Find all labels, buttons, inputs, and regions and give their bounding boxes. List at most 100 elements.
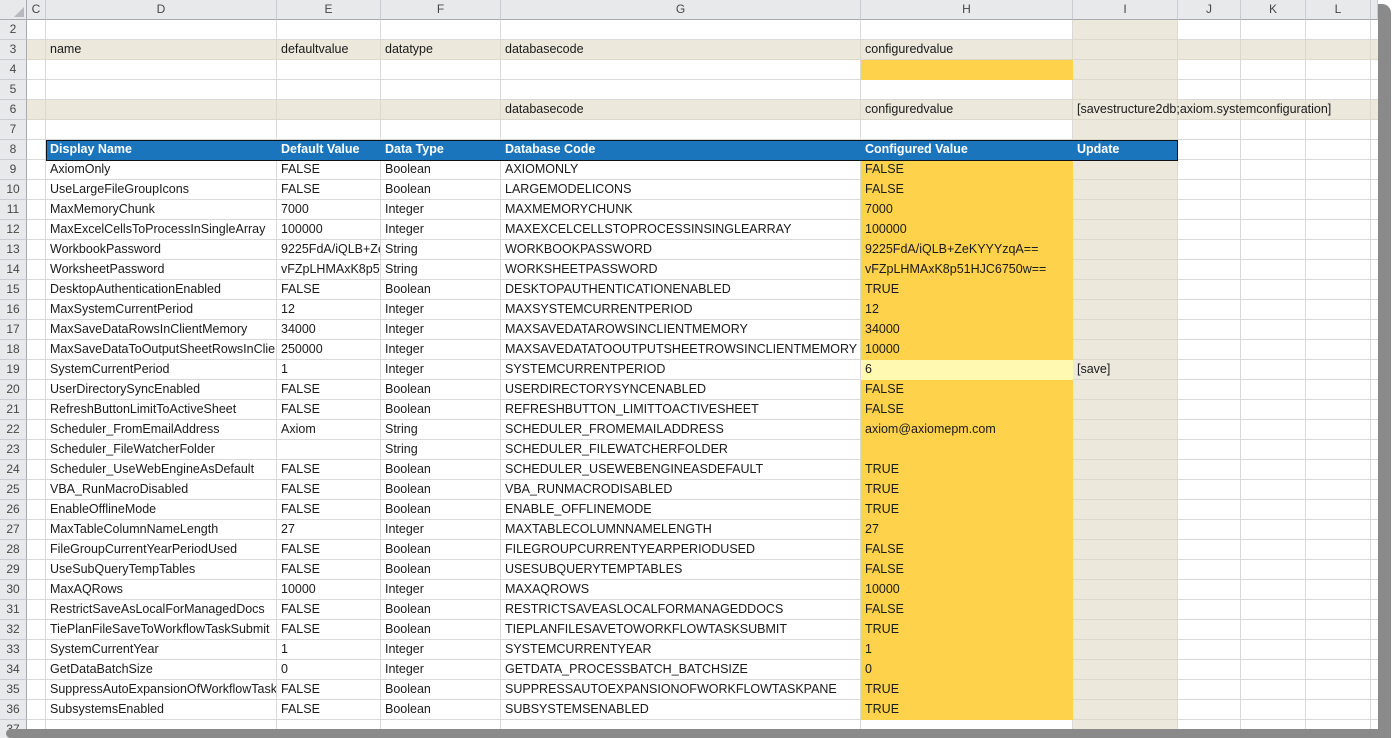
cell-H21[interactable]: FALSE xyxy=(861,400,1073,420)
cell-F13[interactable]: String xyxy=(381,240,501,260)
cell-H24[interactable]: TRUE xyxy=(861,460,1073,480)
cell-D4[interactable] xyxy=(46,60,277,80)
cell-D30[interactable]: MaxAQRows xyxy=(46,580,277,600)
cell-I5[interactable] xyxy=(1073,80,1178,100)
cell-I16[interactable] xyxy=(1073,300,1178,320)
cell-F34[interactable]: Integer xyxy=(381,660,501,680)
cell-C10[interactable] xyxy=(27,180,46,200)
row-header-10[interactable]: 10 xyxy=(0,180,27,200)
row-header-3[interactable]: 3 xyxy=(0,40,27,60)
row-header-23[interactable]: 23 xyxy=(0,440,27,460)
cell-I7[interactable] xyxy=(1073,120,1178,140)
cell-L3[interactable] xyxy=(1306,40,1371,60)
column-header-C[interactable]: C xyxy=(27,0,46,20)
cell-L16[interactable] xyxy=(1306,300,1371,320)
cell-G32[interactable]: TIEPLANFILESAVETOWORKFLOWTASKSUBMIT xyxy=(501,620,861,640)
cell-K9[interactable] xyxy=(1241,160,1306,180)
cell-I32[interactable] xyxy=(1073,620,1178,640)
cell-J33[interactable] xyxy=(1178,640,1241,660)
cell-F22[interactable]: String xyxy=(381,420,501,440)
cell-L22[interactable] xyxy=(1306,420,1371,440)
cell-J4[interactable] xyxy=(1178,60,1241,80)
cell-I30[interactable] xyxy=(1073,580,1178,600)
cell-E4[interactable] xyxy=(277,60,381,80)
cell-J26[interactable] xyxy=(1178,500,1241,520)
cell-L13[interactable] xyxy=(1306,240,1371,260)
row-header-30[interactable]: 30 xyxy=(0,580,27,600)
cell-G7[interactable] xyxy=(501,120,861,140)
cell-D18[interactable]: MaxSaveDataToOutputSheetRowsInClientMemo… xyxy=(46,340,277,360)
cell-H36[interactable]: TRUE xyxy=(861,700,1073,720)
cell-K28[interactable] xyxy=(1241,540,1306,560)
cell-I36[interactable] xyxy=(1073,700,1178,720)
cell-K25[interactable] xyxy=(1241,480,1306,500)
cell-E6[interactable] xyxy=(277,100,381,120)
column-header-K[interactable]: K xyxy=(1241,0,1306,20)
cell-E2[interactable] xyxy=(277,20,381,40)
cell-J5[interactable] xyxy=(1178,80,1241,100)
cell-C35[interactable] xyxy=(27,680,46,700)
cell-H23[interactable] xyxy=(861,440,1073,460)
cell-I26[interactable] xyxy=(1073,500,1178,520)
cell-E19[interactable]: 1 xyxy=(277,360,381,380)
cell-K12[interactable] xyxy=(1241,220,1306,240)
table-header-display-name[interactable]: Display Name xyxy=(46,141,277,160)
column-header-J[interactable]: J xyxy=(1178,0,1241,20)
cell-K16[interactable] xyxy=(1241,300,1306,320)
cell-J18[interactable] xyxy=(1178,340,1241,360)
cell-D25[interactable]: VBA_RunMacroDisabled xyxy=(46,480,277,500)
cell-C5[interactable] xyxy=(27,80,46,100)
cell-L26[interactable] xyxy=(1306,500,1371,520)
cell-H16[interactable]: 12 xyxy=(861,300,1073,320)
row-header-34[interactable]: 34 xyxy=(0,660,27,680)
cell-D33[interactable]: SystemCurrentYear xyxy=(46,640,277,660)
row-header-14[interactable]: 14 xyxy=(0,260,27,280)
cell-D9[interactable]: AxiomOnly xyxy=(46,160,277,180)
cell-K35[interactable] xyxy=(1241,680,1306,700)
cell-L21[interactable] xyxy=(1306,400,1371,420)
cell-L31[interactable] xyxy=(1306,600,1371,620)
cell-L18[interactable] xyxy=(1306,340,1371,360)
cell-E16[interactable]: 12 xyxy=(277,300,381,320)
cell-G9[interactable]: AXIOMONLY xyxy=(501,160,861,180)
cell-J25[interactable] xyxy=(1178,480,1241,500)
cell-F26[interactable]: Boolean xyxy=(381,500,501,520)
cell-H32[interactable]: TRUE xyxy=(861,620,1073,640)
row-header-32[interactable]: 32 xyxy=(0,620,27,640)
cell-H3[interactable]: configuredvalue xyxy=(861,40,1073,60)
cell-J24[interactable] xyxy=(1178,460,1241,480)
cell-L34[interactable] xyxy=(1306,660,1371,680)
cell-H20[interactable]: FALSE xyxy=(861,380,1073,400)
cell-I25[interactable] xyxy=(1073,480,1178,500)
cell-H33[interactable]: 1 xyxy=(861,640,1073,660)
cell-E22[interactable]: Axiom xyxy=(277,420,381,440)
cell-K4[interactable] xyxy=(1241,60,1306,80)
cell-H29[interactable]: FALSE xyxy=(861,560,1073,580)
cell-D14[interactable]: WorksheetPassword xyxy=(46,260,277,280)
cell-L27[interactable] xyxy=(1306,520,1371,540)
cell-I6[interactable]: [savestructure2db;axiom.systemconfigurat… xyxy=(1073,100,1178,120)
cell-G23[interactable]: SCHEDULER_FILEWATCHERFOLDER xyxy=(501,440,861,460)
cell-J21[interactable] xyxy=(1178,400,1241,420)
cell-H9[interactable]: FALSE xyxy=(861,160,1073,180)
row-header-8[interactable]: 8 xyxy=(0,140,27,160)
row-header-33[interactable]: 33 xyxy=(0,640,27,660)
cell-C31[interactable] xyxy=(27,600,46,620)
cell-E11[interactable]: 7000 xyxy=(277,200,381,220)
cell-E23[interactable] xyxy=(277,440,381,460)
cell-K32[interactable] xyxy=(1241,620,1306,640)
cell-F9[interactable]: Boolean xyxy=(381,160,501,180)
cell-J32[interactable] xyxy=(1178,620,1241,640)
row-header-17[interactable]: 17 xyxy=(0,320,27,340)
cell-E13[interactable]: 9225FdA/iQLB+ZeKYYYzqA== xyxy=(277,240,381,260)
cell-G16[interactable]: MAXSYSTEMCURRENTPERIOD xyxy=(501,300,861,320)
cell-J28[interactable] xyxy=(1178,540,1241,560)
cell-G25[interactable]: VBA_RUNMACRODISABLED xyxy=(501,480,861,500)
cell-K20[interactable] xyxy=(1241,380,1306,400)
cell-D34[interactable]: GetDataBatchSize xyxy=(46,660,277,680)
cell-C30[interactable] xyxy=(27,580,46,600)
cell-C23[interactable] xyxy=(27,440,46,460)
cell-H10[interactable]: FALSE xyxy=(861,180,1073,200)
cell-H5[interactable] xyxy=(861,80,1073,100)
cell-K26[interactable] xyxy=(1241,500,1306,520)
